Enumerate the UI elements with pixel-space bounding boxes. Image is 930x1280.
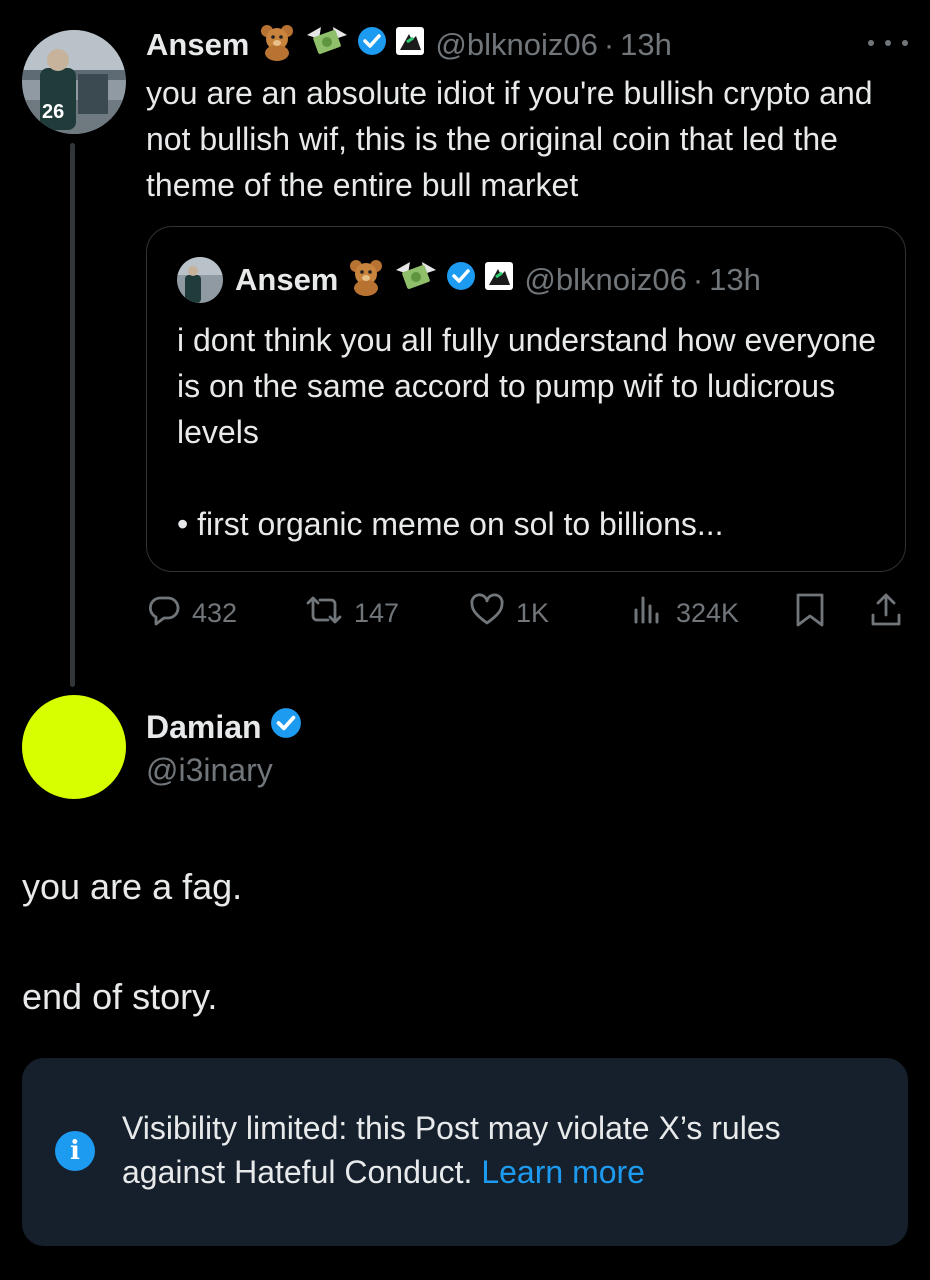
reply-author-name-row: Damian: [146, 705, 302, 749]
money-wings-emoji: [394, 256, 438, 304]
bookmark-icon: [794, 591, 836, 636]
quoted-tweet-header: Ansem @blknoiz06 · 13h: [177, 257, 761, 303]
separator-dot: ·: [692, 262, 704, 297]
visibility-notice: i Visibility limited: this Post may viol…: [22, 1058, 908, 1246]
reply-count: 432: [192, 597, 238, 628]
share-icon: [868, 591, 914, 636]
views-count: 324K: [676, 597, 740, 628]
repost-count: 147: [354, 597, 400, 628]
share-button[interactable]: [868, 588, 914, 638]
repost-button[interactable]: 147: [304, 588, 399, 638]
verified-badge-icon: [446, 261, 476, 299]
like-icon: [468, 592, 516, 635]
verified-badge-icon: [270, 707, 302, 747]
notice-text: Visibility limited: this Post may violat…: [122, 1106, 882, 1194]
notice-message: Visibility limited: this Post may violat…: [122, 1110, 781, 1190]
like-button[interactable]: 1K: [468, 588, 549, 638]
info-icon: i: [55, 1131, 95, 1171]
thread-line: [70, 143, 75, 687]
bookmark-button[interactable]: [794, 588, 836, 638]
quoted-tweet-time: 13h: [709, 262, 761, 297]
reply-author-avatar[interactable]: [22, 695, 126, 799]
reply-button[interactable]: 432: [146, 588, 237, 638]
jersey-number: 26: [42, 101, 64, 123]
action-bar: 432 147 1K 324K: [146, 588, 916, 638]
quoted-tweet-text: i dont think you all fully understand ho…: [177, 322, 877, 542]
reply-author-name[interactable]: Damian: [146, 709, 262, 746]
tweet-text: you are an absolute idiot if you're bull…: [146, 75, 873, 203]
reply-icon: [146, 592, 192, 635]
affiliate-badge-icon: [484, 261, 514, 299]
affiliate-badge-icon: [395, 26, 425, 64]
quoted-tweet[interactable]: Ansem @blknoiz06 · 13h i dont think you …: [146, 226, 906, 572]
money-wings-emoji: [305, 21, 349, 69]
learn-more-link[interactable]: Learn more: [481, 1154, 645, 1190]
verified-badge-icon: [357, 26, 387, 64]
reply-text-line-1: you are a fag.: [22, 866, 243, 907]
more-icon[interactable]: [868, 30, 908, 56]
author-name[interactable]: Ansem: [146, 27, 249, 63]
bear-emoji: [257, 21, 297, 69]
reply-author-handle[interactable]: @i3inary: [146, 748, 273, 792]
author-handle[interactable]: @blknoiz06: [435, 27, 597, 63]
quoted-author-avatar: [177, 257, 223, 303]
like-count: 1K: [516, 597, 550, 628]
separator-dot: ·: [603, 27, 615, 62]
quoted-author-name: Ansem: [235, 262, 339, 297]
author-avatar[interactable]: 26: [22, 30, 126, 134]
reply-text-line-2: end of story.: [22, 976, 218, 1017]
quoted-author-handle: @blknoiz06: [524, 262, 687, 297]
views-icon: [630, 592, 676, 635]
views-button[interactable]: 324K: [630, 588, 739, 638]
tweet-header: Ansem @blknoiz06 · 13h: [146, 22, 672, 68]
repost-icon: [304, 592, 354, 635]
tweet-time[interactable]: 13h: [620, 27, 672, 63]
bear-emoji: [346, 256, 386, 304]
